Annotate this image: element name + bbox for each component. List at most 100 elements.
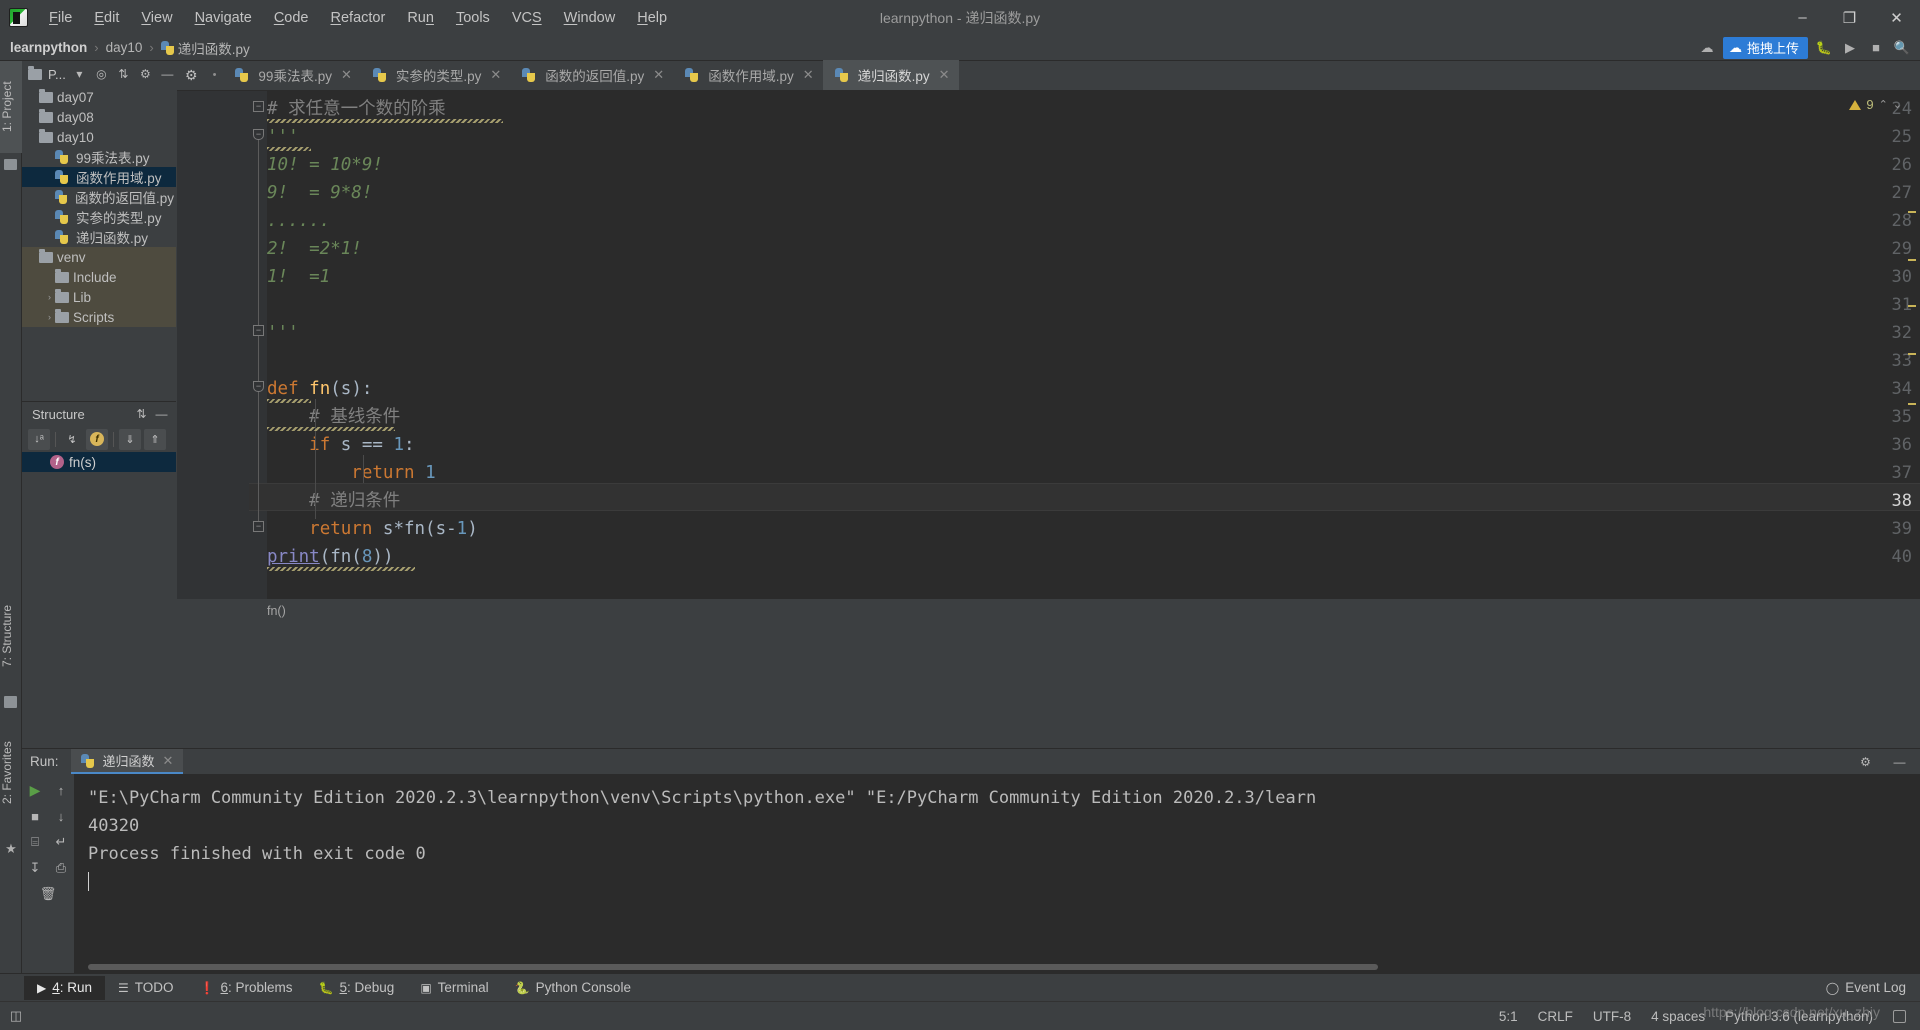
menu-item-help[interactable]: Help bbox=[626, 6, 678, 30]
scroll-to-source-icon[interactable]: ⇑ bbox=[144, 428, 166, 450]
close-icon[interactable]: ✕ bbox=[490, 67, 501, 83]
menu-item-run[interactable]: Run bbox=[396, 6, 445, 30]
search-icon[interactable]: 🔍 bbox=[1892, 38, 1912, 58]
collapse-all-icon[interactable]: ⇅ bbox=[115, 66, 132, 83]
tree-item-file[interactable]: 递归函数.py bbox=[22, 227, 176, 247]
show-inherited-icon[interactable]: ↯ bbox=[61, 429, 83, 450]
minimize-icon[interactable]: — bbox=[1891, 753, 1908, 770]
cloud-small-icon[interactable]: ☁ bbox=[1697, 38, 1717, 58]
run-icon[interactable]: ▶ bbox=[1840, 38, 1860, 58]
interpreter[interactable]: Python 3.6 (learnpython) bbox=[1725, 1009, 1873, 1024]
menu-item-navigate[interactable]: Navigate bbox=[184, 6, 263, 30]
code-line[interactable]: # 递归条件 bbox=[267, 487, 400, 515]
structure-item[interactable]: f fn(s) bbox=[22, 452, 176, 472]
breadcrumb-project[interactable]: learnpython bbox=[10, 40, 87, 55]
close-icon[interactable]: ✕ bbox=[939, 67, 950, 83]
menu-item-vcs[interactable]: VCS bbox=[501, 6, 553, 30]
editor-scroll-markers[interactable] bbox=[1907, 91, 1917, 599]
code-line[interactable]: 10! = 10*9! bbox=[267, 151, 383, 179]
bottom-tool-bar[interactable]: ▶ 4: Run ☰ TODO ❗ 6: Problems 🐛 5: Debug ▣ Termin… bbox=[0, 973, 1920, 1001]
menu-item-code[interactable]: Code bbox=[263, 6, 320, 30]
tree-item-file[interactable]: 实参的类型.py bbox=[22, 207, 176, 227]
fold-marker-comment[interactable]: − bbox=[253, 101, 264, 112]
menu-item-refactor[interactable]: Refactor bbox=[320, 6, 397, 30]
gear-icon[interactable]: ⚙ bbox=[1857, 753, 1874, 770]
tree-item-folder[interactable]: day08 bbox=[22, 107, 176, 127]
tree-item-folder[interactable]: › Lib bbox=[22, 287, 176, 307]
bug-icon[interactable]: 🐛 bbox=[1814, 38, 1834, 58]
code-line[interactable]: 9! = 9*8! bbox=[267, 179, 372, 207]
chevron-down-icon[interactable]: ⌄ bbox=[1893, 98, 1902, 111]
scroll-end-icon[interactable]: ↧ bbox=[23, 856, 47, 880]
sort-alphabetically-icon[interactable]: ↓ᵃ bbox=[28, 428, 50, 450]
sidebar-item-structure[interactable]: 7: Structure bbox=[0, 586, 22, 686]
fold-marker-docstring-start[interactable]: − bbox=[253, 129, 264, 140]
star-icon[interactable]: ★ bbox=[4, 841, 18, 856]
bottom-tab-todo[interactable]: ☰ TODO bbox=[105, 976, 187, 1000]
code-line[interactable]: 1! =1 bbox=[267, 263, 330, 291]
show-fields-icon[interactable]: f bbox=[86, 428, 108, 450]
hide-icon[interactable]: — bbox=[153, 406, 170, 423]
scroll-down-icon[interactable]: ↓ bbox=[49, 804, 73, 828]
menu-item-window[interactable]: Window bbox=[553, 6, 627, 30]
project-tree[interactable]: day07 day08 day10 99乘法表.py 函数作用域.py 函数的返回值.py… bbox=[22, 87, 176, 327]
inspection-widget[interactable]: 9 ⌃ ⌄ bbox=[1849, 97, 1902, 112]
caret-position[interactable]: 5:1 bbox=[1499, 1009, 1518, 1024]
tree-item-folder[interactable]: › Scripts bbox=[22, 307, 176, 327]
editor-tab[interactable]: 函数作用域.py ✕ bbox=[673, 60, 822, 90]
project-panel-title[interactable]: P... bbox=[48, 67, 66, 82]
code-line[interactable]: return s*fn(s-1) bbox=[267, 515, 478, 543]
code-editor[interactable]: 24 25 26 27 28 29 30 31 32 33 34 35 36 37 38 39 40 # 求任意… bbox=[177, 91, 1920, 599]
close-icon[interactable]: ✕ bbox=[341, 67, 352, 83]
code-lines[interactable]: # 求任意一个数的阶乘 ''' 10! = 10*9! 9! = 9*8!......… bbox=[267, 91, 1920, 599]
expand-collapse-icon[interactable]: ⇅ bbox=[133, 406, 150, 423]
expand-arrow-icon[interactable]: › bbox=[44, 312, 55, 322]
fold-marker-function[interactable]: − bbox=[253, 381, 264, 392]
upload-button[interactable]: ☁ 拖拽上传 bbox=[1722, 36, 1808, 59]
close-button[interactable]: ✕ bbox=[1873, 0, 1920, 35]
event-log-button[interactable]: ◯ Event Log bbox=[1826, 980, 1920, 995]
rerun-icon[interactable]: ▶ bbox=[23, 778, 47, 802]
lock-icon[interactable] bbox=[1893, 1009, 1906, 1023]
soft-wrap-icon[interactable]: ↵ bbox=[49, 830, 73, 854]
editor-breadcrumb-function[interactable]: fn() bbox=[267, 604, 286, 618]
sidebar-item-favorites[interactable]: 2: Favorites bbox=[0, 721, 22, 825]
editor-breadcrumb[interactable]: fn() bbox=[177, 599, 1920, 623]
editor-tab-overflow-icon[interactable]: • bbox=[207, 60, 224, 90]
tree-item-folder[interactable]: venv bbox=[22, 247, 176, 267]
menu-item-file[interactable]: File bbox=[38, 6, 83, 30]
breadcrumb-file[interactable]: 递归函数.py bbox=[160, 38, 250, 58]
tree-item-file[interactable]: 函数作用域.py bbox=[22, 167, 176, 187]
toggle-tasks-icon[interactable]: ⌸ bbox=[23, 830, 47, 854]
stop-icon[interactable]: ■ bbox=[1866, 38, 1886, 58]
run-tab[interactable]: 递归函数 ✕ bbox=[70, 749, 184, 774]
editor-tab-bar[interactable]: ⚙ • 99乘法表.py ✕ 实参的类型.py ✕ 函数的返回值.py ✕ 函数作用域.py ✕ 递… bbox=[177, 60, 1920, 91]
console-output[interactable]: "E:\PyCharm Community Edition 2020.2.3\l… bbox=[74, 774, 1920, 974]
bottom-tab-6-problems[interactable]: ❗ 6: Problems bbox=[187, 976, 306, 1000]
menu-item-tools[interactable]: Tools bbox=[445, 6, 501, 30]
minimize-button[interactable]: – bbox=[1779, 0, 1826, 35]
encoding[interactable]: UTF-8 bbox=[1593, 1009, 1631, 1024]
crosshair-icon[interactable]: ◎ bbox=[93, 66, 110, 83]
editor-tab[interactable]: 函数的返回值.py ✕ bbox=[510, 60, 673, 90]
run-sidebar[interactable]: ▶ ↑ ■ ↓ ⌸ ↵ ↧ ⎙ 🗑 bbox=[22, 774, 74, 974]
code-line[interactable]: ...... bbox=[267, 207, 330, 235]
close-icon[interactable]: ✕ bbox=[653, 67, 664, 83]
tree-item-folder[interactable]: day07 bbox=[22, 87, 176, 107]
tree-item-folder[interactable]: Include bbox=[22, 267, 176, 287]
expand-arrow-icon[interactable]: › bbox=[44, 292, 55, 302]
gear-icon[interactable]: ⚙ bbox=[137, 66, 154, 83]
close-icon[interactable]: ✕ bbox=[803, 67, 814, 83]
chevron-down-icon[interactable]: ▾ bbox=[71, 66, 88, 83]
editor-tab[interactable]: 递归函数.py ✕ bbox=[822, 60, 959, 90]
tree-item-folder[interactable]: day10 bbox=[22, 127, 176, 147]
structure-tree[interactable]: f fn(s) bbox=[22, 452, 176, 472]
close-icon[interactable]: ✕ bbox=[163, 753, 174, 769]
bottom-tab-4-run[interactable]: ▶ 4: Run bbox=[24, 975, 106, 1000]
fold-marker-return[interactable]: − bbox=[253, 521, 264, 532]
stop-icon[interactable]: ■ bbox=[23, 804, 47, 828]
menu-item-view[interactable]: View bbox=[130, 6, 183, 30]
line-separator[interactable]: CRLF bbox=[1538, 1009, 1573, 1024]
code-line[interactable]: 2! =2*1! bbox=[267, 235, 362, 263]
menu-bar[interactable]: File Edit View Navigate Code Refactor Run Tools… bbox=[38, 6, 678, 30]
